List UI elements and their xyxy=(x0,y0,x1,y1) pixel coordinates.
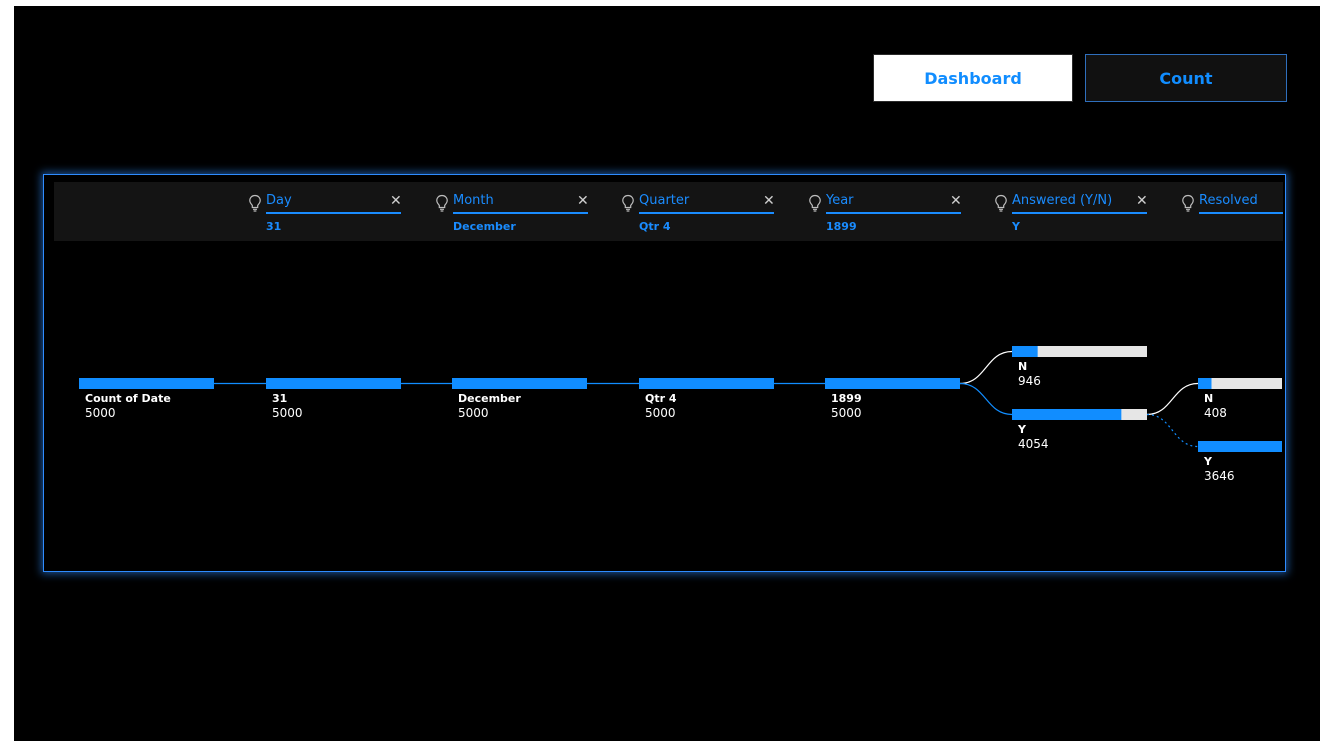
node-value: 408 xyxy=(1204,406,1227,420)
tree-node-root[interactable]: Count of Date5000 xyxy=(79,378,214,420)
node-value: 4054 xyxy=(1018,437,1049,451)
node-label: 1899 xyxy=(831,392,862,405)
tree-node-day[interactable]: 315000 xyxy=(266,378,401,420)
node-label: Y xyxy=(1203,455,1213,468)
report-canvas: Dashboard Count Day ✕ 31 Month ✕ Decembe… xyxy=(14,6,1320,741)
node-label: Y xyxy=(1017,423,1027,436)
node-value: 946 xyxy=(1018,374,1041,388)
node-value: 5000 xyxy=(831,406,862,420)
bar-fill xyxy=(825,378,960,389)
node-label: Count of Date xyxy=(85,392,171,405)
node-value: 5000 xyxy=(458,406,489,420)
bar-fill xyxy=(1198,378,1212,389)
bar-fill xyxy=(1198,441,1282,452)
count-button[interactable]: Count xyxy=(1085,54,1287,102)
tree-link xyxy=(959,382,1013,416)
tree-node-answered-n[interactable]: N946 xyxy=(1012,346,1147,388)
dashboard-button[interactable]: Dashboard xyxy=(873,54,1073,102)
tree-node-month[interactable]: December5000 xyxy=(452,378,587,420)
node-label: N xyxy=(1204,392,1213,405)
node-label: Qtr 4 xyxy=(645,392,677,405)
tree-link xyxy=(1146,413,1199,448)
tree-node-resolved-n[interactable]: N408 xyxy=(1198,378,1282,420)
bar-fill xyxy=(452,378,587,389)
node-label: 31 xyxy=(272,392,287,405)
tree-link xyxy=(1146,382,1199,416)
bar-fill xyxy=(639,378,774,389)
node-value: 5000 xyxy=(85,406,116,420)
node-label: N xyxy=(1018,360,1027,373)
node-value: 3646 xyxy=(1204,469,1235,483)
bar-fill xyxy=(79,378,214,389)
tree-node-resolved-y[interactable]: Y3646 xyxy=(1198,441,1282,483)
node-value: 5000 xyxy=(272,406,303,420)
decomposition-tree-visual: Day ✕ 31 Month ✕ December Quarter ✕ Qtr … xyxy=(43,174,1286,572)
bar-fill xyxy=(266,378,401,389)
tree-canvas: Count of Date5000315000December5000Qtr 4… xyxy=(79,346,1282,483)
tree-node-answered-y[interactable]: Y4054 xyxy=(1012,409,1147,451)
bar-fill xyxy=(1012,346,1038,357)
node-label: December xyxy=(458,392,521,405)
node-value: 5000 xyxy=(645,406,676,420)
tree-link xyxy=(959,350,1013,385)
tree-node-quarter[interactable]: Qtr 45000 xyxy=(639,378,774,420)
bar-fill xyxy=(1012,409,1122,420)
tree-node-year[interactable]: 18995000 xyxy=(825,378,960,420)
